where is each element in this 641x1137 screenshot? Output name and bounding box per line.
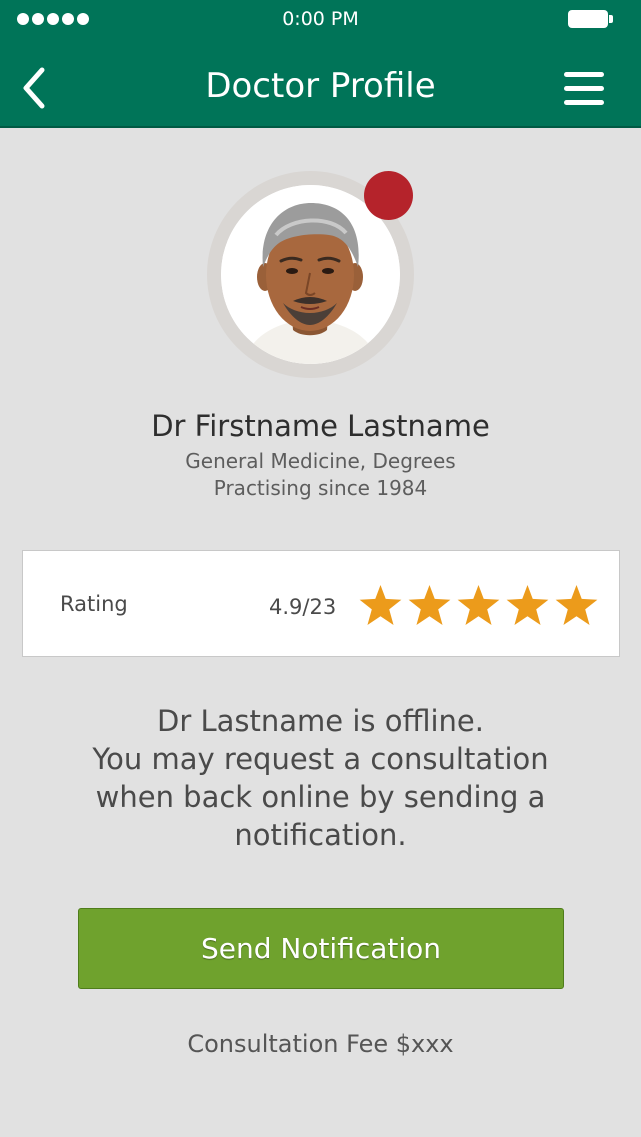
star-icon [359, 585, 402, 625]
doctor-practising-since: Practising since 1984 [213, 476, 428, 500]
app-header: 0:00 PM Doctor Profile [0, 0, 641, 128]
doctor-name: Dr Firstname Lastname [151, 409, 490, 443]
rating-stars [359, 585, 598, 625]
star-icon [555, 585, 598, 625]
rating-card: Rating 4.9/23 [22, 550, 620, 657]
star-icon [457, 585, 500, 625]
menu-button[interactable] [562, 70, 606, 106]
star-icon [506, 585, 549, 625]
star-icon [408, 585, 451, 625]
offline-status-indicator [364, 171, 413, 220]
rating-value: 4.9/23 [269, 595, 337, 619]
battery-icon [568, 10, 613, 28]
consultation-fee: Consultation Fee $xxx [187, 1030, 454, 1058]
hamburger-menu-icon [564, 72, 604, 77]
doctor-specialty: General Medicine, Degrees [185, 449, 456, 473]
send-notification-button[interactable]: Send Notification [78, 908, 564, 989]
rating-label: Rating [60, 592, 128, 616]
status-bar-time: 0:00 PM [282, 8, 359, 30]
page-title: Doctor Profile [205, 66, 436, 106]
offline-message: Dr Lastname is offline. You may request … [92, 704, 549, 852]
